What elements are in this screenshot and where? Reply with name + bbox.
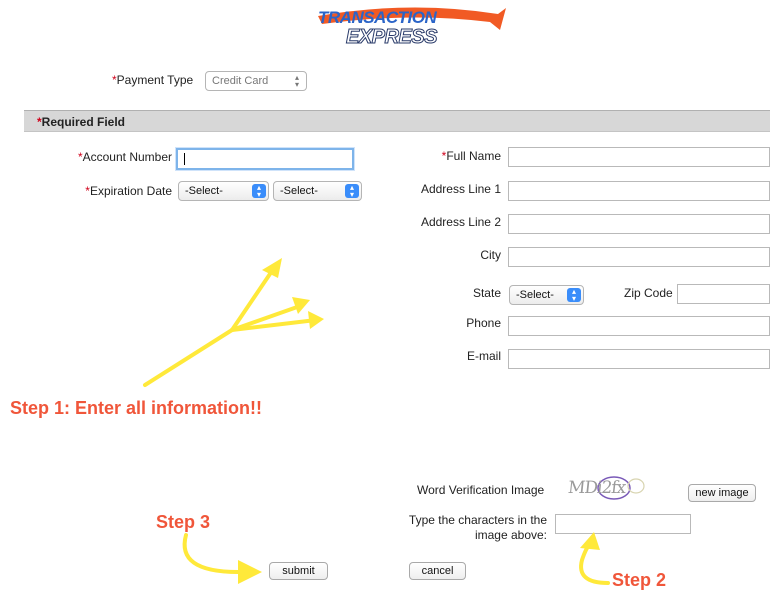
arrowhead-icon (308, 311, 324, 329)
arrowhead-icon (262, 258, 282, 278)
arrowhead-icon (292, 297, 310, 314)
step1-annotation: Step 1: Enter all information!! (10, 398, 263, 418)
arrowhead-icon (238, 560, 262, 584)
arrowhead-icon (580, 532, 600, 550)
step2-arrow (579, 542, 610, 585)
annotation-arrows (143, 258, 610, 585)
step3-annotation: Step 3 (156, 512, 211, 532)
step1-arrow-shaft (143, 328, 234, 387)
step3-arrow (182, 533, 240, 574)
step2-annotation: Step 2 (612, 570, 667, 590)
